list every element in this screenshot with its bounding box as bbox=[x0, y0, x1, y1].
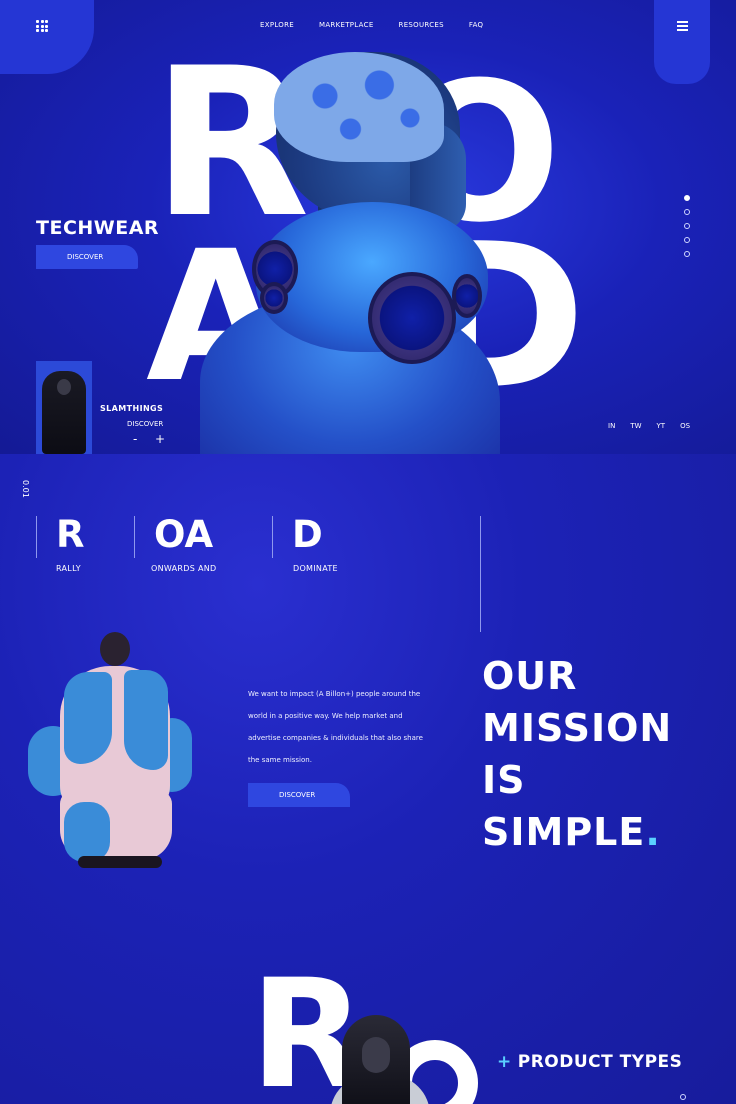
social-links: IN TW YT OS bbox=[608, 422, 690, 430]
mission-title-line: SIMPLE bbox=[482, 810, 646, 854]
mission-title-line: IS bbox=[482, 758, 526, 802]
product-card-title: SLAMTHINGS bbox=[100, 404, 164, 413]
product-types-heading: + PRODUCT TYPES bbox=[497, 1052, 682, 1072]
mission-discover-button[interactable]: DISCOVER bbox=[248, 783, 350, 807]
hero-discover-button[interactable]: DISCOVER bbox=[36, 245, 138, 269]
product-card-prev-button[interactable]: - bbox=[133, 432, 137, 446]
road-column-oa: OA ONWARDS AND bbox=[134, 513, 216, 573]
corner-shape-left bbox=[0, 0, 94, 74]
hero-section: EXPLORE MARKETPLACE RESOURCES FAQ R O A … bbox=[0, 0, 736, 454]
social-os-link[interactable]: OS bbox=[680, 422, 690, 430]
page: EXPLORE MARKETPLACE RESOURCES FAQ R O A … bbox=[0, 0, 736, 1104]
slide-dot-1[interactable] bbox=[684, 195, 690, 201]
slide-dot-5[interactable] bbox=[684, 251, 690, 257]
product-card-next-button[interactable]: + bbox=[155, 432, 165, 446]
road-letter: OA bbox=[154, 513, 214, 556]
nav-marketplace[interactable]: MARKETPLACE bbox=[319, 21, 374, 29]
mission-title-dot: . bbox=[645, 810, 661, 854]
product-card-discover-link[interactable]: DISCOVER bbox=[127, 420, 163, 428]
hooded-model-image bbox=[330, 1015, 430, 1104]
social-youtube-link[interactable]: YT bbox=[657, 422, 666, 430]
nav-faq[interactable]: FAQ bbox=[469, 21, 483, 29]
slide-dot-3[interactable] bbox=[684, 223, 690, 229]
slide-dot-2[interactable] bbox=[684, 209, 690, 215]
hero-model-image bbox=[200, 52, 510, 454]
slide-dot-4[interactable] bbox=[684, 237, 690, 243]
mission-title-line: MISSION bbox=[482, 706, 673, 750]
road-word: DOMINATE bbox=[293, 564, 338, 573]
puffer-jacket-model-image bbox=[24, 630, 192, 870]
road-letter: R bbox=[56, 513, 85, 556]
mission-paragraph: We want to impact (A Billon+) people aro… bbox=[248, 690, 423, 764]
road-column-d: D DOMINATE bbox=[272, 513, 338, 573]
mission-title-line: OUR bbox=[482, 654, 578, 698]
divider-line bbox=[480, 516, 481, 632]
road-word: RALLY bbox=[56, 564, 81, 573]
section-number: 0.01 bbox=[21, 480, 30, 498]
road-word: ONWARDS AND bbox=[151, 564, 217, 573]
hamburger-menu-icon[interactable] bbox=[677, 21, 688, 31]
corner-shape-right bbox=[654, 0, 710, 84]
product-thumbnail[interactable] bbox=[36, 361, 92, 454]
social-twitter-link[interactable]: TW bbox=[630, 422, 641, 430]
nav-resources[interactable]: RESOURCES bbox=[399, 21, 444, 29]
plus-icon: + bbox=[497, 1052, 512, 1072]
social-instagram-link[interactable]: IN bbox=[608, 422, 615, 430]
scroll-indicator-icon bbox=[680, 1094, 686, 1100]
road-letter: D bbox=[292, 513, 323, 556]
product-types-label: PRODUCT TYPES bbox=[517, 1052, 683, 1072]
road-column-r: R RALLY bbox=[36, 513, 85, 573]
hero-tagline: TECHWEAR bbox=[36, 217, 160, 239]
slide-pagination bbox=[684, 195, 690, 257]
app-grid-icon[interactable] bbox=[36, 20, 48, 32]
mission-title: OUR MISSION IS SIMPLE. bbox=[482, 650, 672, 858]
